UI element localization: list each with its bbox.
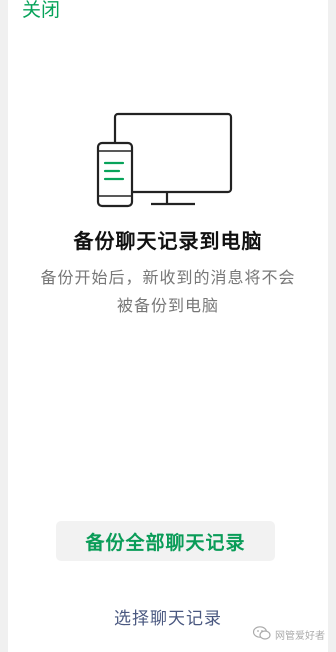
right-edge: [328, 0, 336, 652]
left-edge: [0, 0, 8, 652]
backup-description: 备份开始后，新收到的消息将不会被备份到电脑: [40, 268, 296, 315]
phone-and-computer-icon: [95, 110, 235, 210]
page-title: 备份聊天记录到电脑: [73, 229, 263, 253]
close-button[interactable]: 关闭: [22, 0, 60, 22]
backup-all-button[interactable]: 备份全部聊天记录: [56, 521, 275, 561]
watermark: 网管爱好者: [252, 625, 325, 644]
wechat-official-account-icon: [252, 625, 271, 644]
watermark-text: 网管爱好者: [275, 630, 325, 642]
